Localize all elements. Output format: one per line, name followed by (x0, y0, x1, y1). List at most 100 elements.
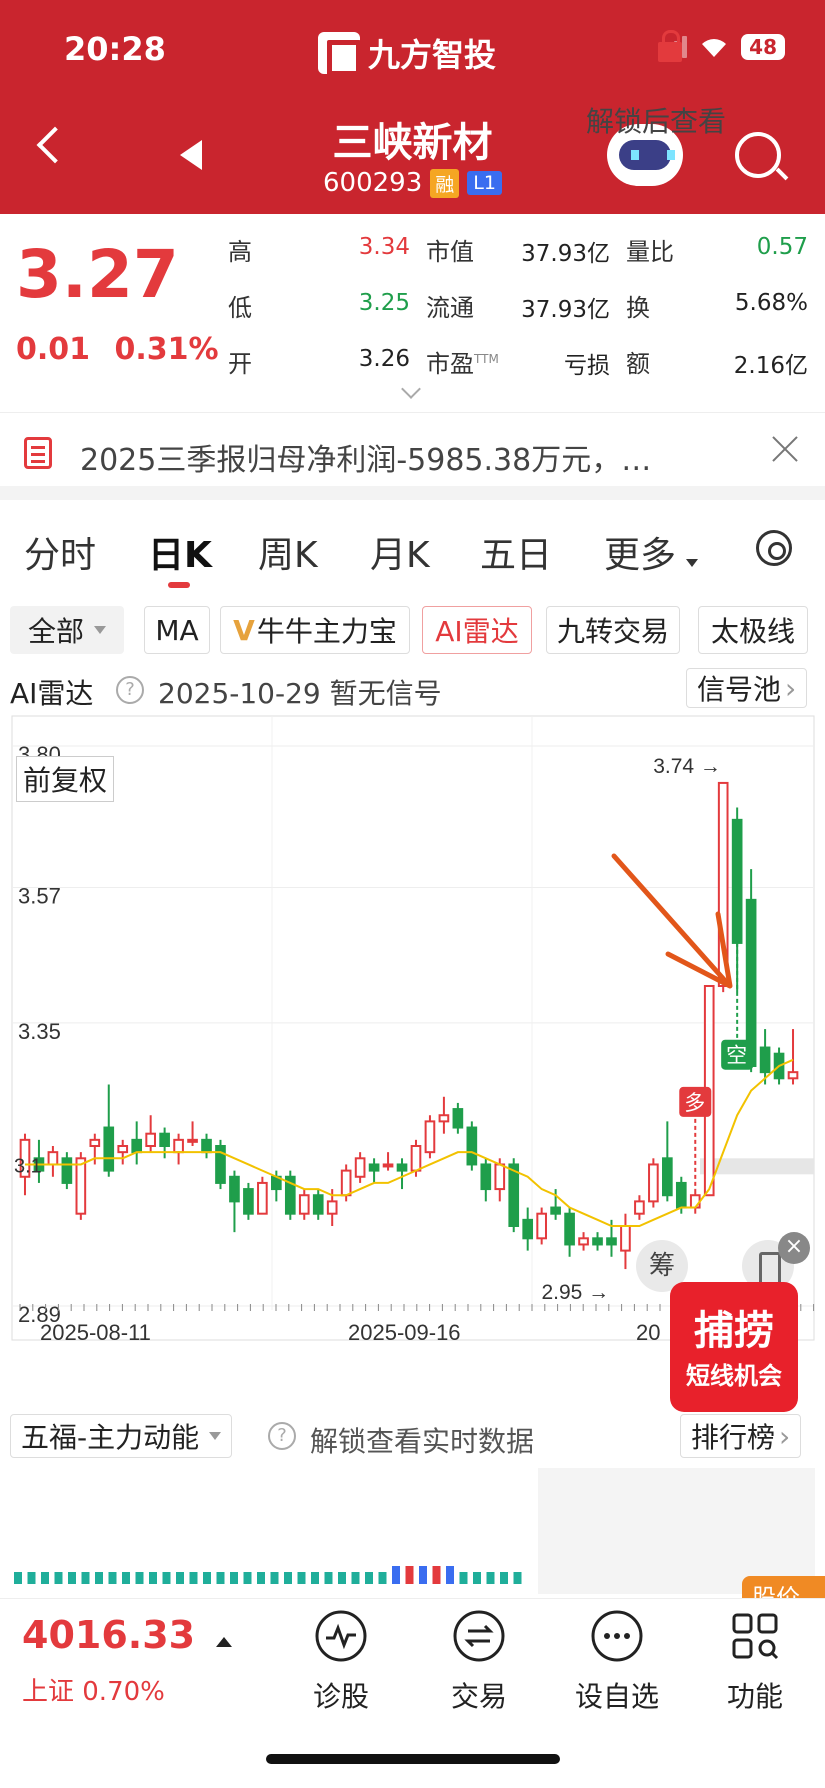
exchange-icon (453, 1610, 505, 1662)
low-marker: 2.95 → (541, 1281, 609, 1304)
indicator-bar (257, 1572, 265, 1584)
notice-text[interactable]: 2025三季报归母净利润-5985.38万元，… (80, 435, 651, 479)
nav-diagnose[interactable]: 诊股 (296, 1609, 386, 1715)
wufu-indicator-select[interactable]: 五福-主力动能 (10, 1414, 233, 1458)
ranking-button[interactable]: 排行榜 › (680, 1414, 802, 1458)
candle-body (396, 1163, 408, 1172)
close-icon[interactable] (770, 434, 800, 464)
indicator-ma[interactable]: MA (144, 606, 210, 654)
indicator-bar (243, 1572, 252, 1584)
indicator-bar (14, 1572, 22, 1584)
tab-weekly-k[interactable]: 周K (258, 526, 318, 578)
index-value[interactable]: 4016.33 (22, 1613, 195, 1657)
candle-body (480, 1163, 492, 1191)
stat-label-pe: 市盈TTM (426, 350, 499, 378)
candle-body (340, 1169, 352, 1197)
help-icon[interactable]: ? (268, 1422, 296, 1450)
candle-body (466, 1126, 478, 1166)
indicator-jiuzhuan[interactable]: 九转交易 (546, 606, 680, 654)
expand-up-icon[interactable] (216, 1637, 232, 1647)
candle-body (368, 1163, 380, 1172)
indicator-bars (14, 1566, 522, 1584)
nav-label: 交易 (450, 1680, 507, 1713)
promo-close-icon[interactable]: × (778, 1232, 810, 1264)
candle-body (452, 1108, 464, 1129)
indicator-niuniu[interactable]: V 牛牛主力宝 (220, 606, 410, 654)
indicator-bar (311, 1572, 319, 1584)
indicator-ai-radar[interactable]: AI雷达 (422, 606, 532, 654)
search-icon[interactable] (735, 132, 781, 178)
indicator-bar (419, 1566, 427, 1584)
candle-body (61, 1157, 73, 1184)
indicator-taiji[interactable]: 太极线 (698, 606, 808, 654)
quote-panel: 3.27 0.01 0.31% 高 3.34 市值 37.93亿 量比 0.57… (0, 214, 825, 406)
stat-value-volume-ratio: 0.57 (756, 234, 808, 260)
grid-icon (732, 1613, 779, 1660)
candle-body (298, 1194, 310, 1215)
chart-svg: 3.803.573.352.893.74 →2.95 →3.1多空2025-08… (11, 715, 815, 1345)
unlock-after-label[interactable]: 解锁后查看 (586, 100, 726, 140)
stat-value-low: 3.25 (358, 290, 410, 316)
indicator-all-select[interactable]: 全部 (10, 606, 124, 654)
candle-body (759, 1046, 771, 1074)
nav-trade[interactable]: 交易 (434, 1609, 524, 1715)
indicator-bar (108, 1572, 117, 1584)
candle-body (424, 1120, 436, 1154)
indicator-bar (162, 1572, 171, 1584)
tab-intraday[interactable]: 分时 (24, 526, 96, 578)
locked-indicator-panel (10, 1468, 815, 1594)
adjust-mode-label[interactable]: 前复权 (16, 756, 115, 802)
candle-body (243, 1188, 254, 1215)
stat-value-turnover: 5.68% (734, 290, 808, 316)
help-icon[interactable]: ? (116, 676, 144, 704)
tab-more[interactable]: 更多 (604, 526, 699, 578)
indicator-bar (189, 1572, 198, 1584)
buy-signal-text: 多 (684, 1091, 705, 1115)
tab-monthly-k[interactable]: 月K (370, 526, 430, 578)
indicator-bar (392, 1566, 400, 1584)
indicator-bar (27, 1572, 36, 1584)
index-name[interactable]: 上证 0.70% (22, 1671, 165, 1708)
indicator-bar (135, 1572, 144, 1584)
v-brand-icon: V (233, 613, 255, 647)
indicator-bar (500, 1572, 508, 1584)
stock-code: 600293 (323, 168, 423, 198)
candle-body (648, 1163, 659, 1203)
candle-body (438, 1114, 450, 1123)
x-tick-label: 2025-09-16 (348, 1320, 461, 1345)
candle-body (173, 1138, 184, 1154)
app-logo-icon (318, 32, 361, 76)
candlestick-chart[interactable]: 3.80 3.57 3.35 2.89 3.74 → 2.95 → 3.1 多空 2025-08… (0, 714, 825, 1374)
stat-value-amount: 2.16亿 (733, 353, 808, 379)
x-tick-label: 20 (636, 1320, 660, 1345)
nav-add-watchlist[interactable]: 设自选 (572, 1609, 662, 1715)
indicator-bar (432, 1566, 441, 1584)
nav-functions[interactable]: 功能 (710, 1609, 800, 1715)
indicator-bar (486, 1572, 495, 1584)
tab-five-day[interactable]: 五日 (480, 526, 552, 578)
candle-body (536, 1212, 547, 1240)
level-badge: L1 (467, 171, 502, 195)
stat-value-market-cap: 37.93亿 (521, 241, 610, 267)
candle-body (159, 1132, 170, 1148)
stat-label-low: 低 (228, 294, 252, 322)
stat-value-pe: 亏损 (564, 353, 610, 379)
signal-pool-button[interactable]: 信号池 › (686, 668, 808, 708)
indicator-bar (513, 1572, 522, 1584)
y-tick-label: 3.57 (18, 884, 61, 909)
unlock-realtime-text[interactable]: 解锁查看实时数据 (310, 1420, 534, 1460)
promo-subtitle: 短线机会 (686, 1362, 782, 1390)
candle-body (410, 1145, 422, 1172)
candle-body (187, 1138, 198, 1143)
candle-body (494, 1163, 506, 1191)
promo-banner[interactable]: 捕捞 短线机会 (670, 1282, 798, 1412)
gear-icon[interactable] (756, 530, 792, 566)
candle-body (731, 818, 743, 944)
expand-chevron-icon[interactable] (401, 379, 421, 399)
tab-daily-k[interactable]: 日K (148, 526, 212, 578)
candle-body (201, 1138, 212, 1154)
indicator-bar (473, 1572, 481, 1584)
indicator-bar (176, 1572, 184, 1584)
divider (0, 486, 825, 500)
earnings-notice[interactable]: 2025三季报归母净利润-5985.38万元，… (0, 412, 825, 486)
